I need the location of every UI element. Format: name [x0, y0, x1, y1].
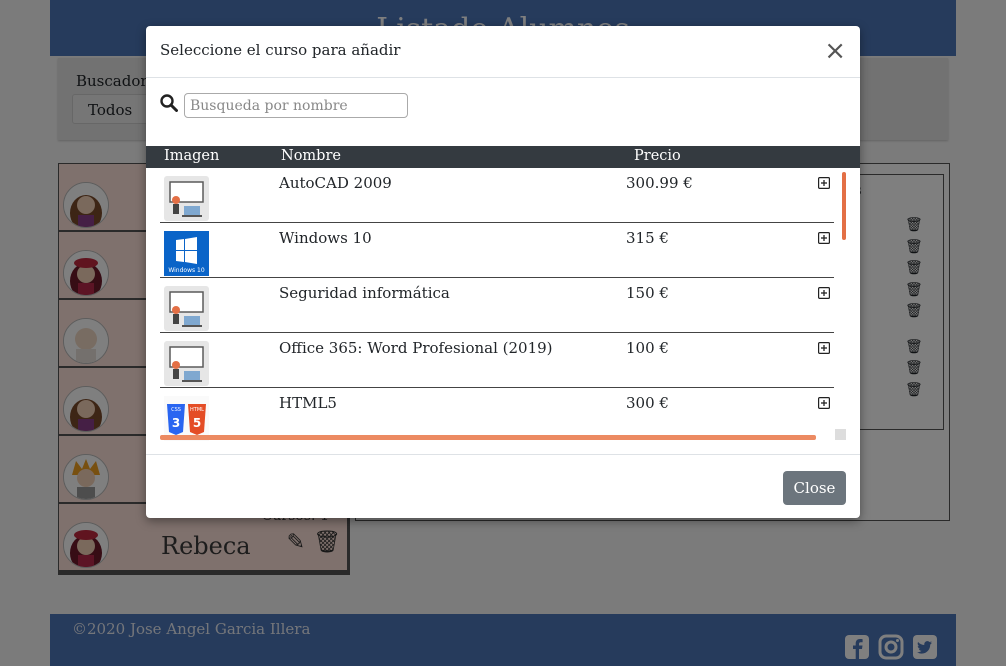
column-header-price: Precio: [634, 148, 681, 164]
course-name: Windows 10: [279, 229, 372, 247]
course-table-header: Imagen Nombre Precio: [146, 146, 860, 168]
add-square-icon[interactable]: [818, 397, 830, 409]
svg-text:HTML: HTML: [190, 407, 204, 413]
course-table-body[interactable]: AutoCAD 2009 300.99 € Windows 10 Windows…: [146, 168, 860, 450]
classroom-icon: [164, 176, 209, 221]
windows-icon: Windows 10: [164, 231, 209, 276]
svg-text:CSS: CSS: [171, 407, 181, 413]
course-name: AutoCAD 2009: [279, 174, 392, 192]
svg-text:Windows 10: Windows 10: [168, 267, 205, 274]
course-price: 300.99 €: [626, 174, 693, 192]
course-name: HTML5: [279, 394, 337, 412]
modal-header: Seleccione el curso para añadir ×: [146, 26, 860, 78]
course-name: Office 365: Word Profesional (2019): [279, 339, 553, 357]
vertical-scrollbar[interactable]: [842, 172, 846, 240]
course-row: Seguridad informática 150 €: [160, 278, 834, 333]
add-square-icon[interactable]: [818, 342, 830, 354]
column-header-name: Nombre: [281, 148, 341, 164]
close-icon[interactable]: ×: [824, 36, 846, 66]
svg-text:5: 5: [193, 416, 201, 430]
course-row: AutoCAD 2009 300.99 €: [160, 168, 834, 223]
classroom-icon: [164, 341, 209, 386]
course-price: 300 €: [626, 394, 669, 412]
close-button[interactable]: Close: [783, 471, 846, 505]
course-row: Windows 10 Windows 10 315 €: [160, 223, 834, 278]
add-square-icon[interactable]: [818, 177, 830, 189]
add-square-icon[interactable]: [818, 287, 830, 299]
add-square-icon[interactable]: [818, 232, 830, 244]
course-row: Office 365: Word Profesional (2019) 100 …: [160, 333, 834, 388]
add-course-modal: Seleccione el curso para añadir × Imagen…: [146, 26, 860, 518]
course-price: 150 €: [626, 284, 669, 302]
course-price: 100 €: [626, 339, 669, 357]
search-icon: [160, 94, 178, 112]
horizontal-scrollbar[interactable]: [160, 435, 816, 440]
svg-text:3: 3: [172, 416, 180, 430]
scrollbar-corner: [835, 429, 846, 440]
modal-footer: Close: [146, 454, 860, 518]
search-input[interactable]: [184, 93, 408, 118]
modal-title: Seleccione el curso para añadir: [160, 41, 401, 59]
course-price: 315 €: [626, 229, 669, 247]
classroom-icon: [164, 286, 209, 331]
course-name: Seguridad informática: [279, 284, 450, 302]
column-header-image: Imagen: [164, 148, 220, 164]
